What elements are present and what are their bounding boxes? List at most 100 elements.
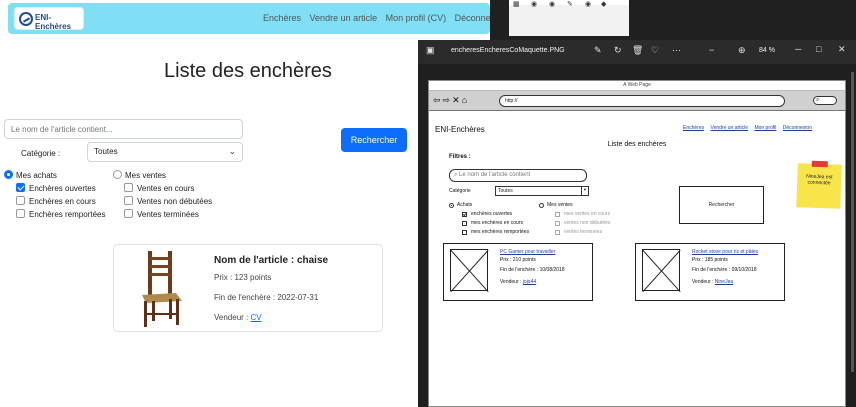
mock-category-value: Toutes xyxy=(498,188,513,194)
mock-links: Enchères Vendre un article Mon profil Dé… xyxy=(683,125,817,131)
check-encheres-ouvertes[interactable] xyxy=(16,183,25,192)
mock-search-button: Rechercher xyxy=(679,186,764,224)
check-ventes-terminees[interactable] xyxy=(124,209,133,218)
edit-icon[interactable]: ✎ xyxy=(594,45,602,56)
photo-icon: ▣ xyxy=(426,45,435,55)
close-icon[interactable]: ✕ xyxy=(838,44,846,55)
mock-card-seller-label: Vendeur : xyxy=(692,279,714,285)
mock-nav-icons: ⇦⇨✕⌂ xyxy=(433,95,470,105)
mock-auction-card: Rocket stove pour riz et pâtes Prix : 18… xyxy=(635,243,785,301)
mock-check-label: ventes non débutées xyxy=(564,220,611,226)
chair-image xyxy=(142,251,182,327)
mock-check-label: mes ventes en cours xyxy=(564,211,611,217)
check-encheres-en-cours[interactable] xyxy=(16,196,25,205)
category-select[interactable]: Toutes ⌄ xyxy=(87,142,243,162)
mock-link: Vendre un article xyxy=(710,125,749,131)
minimize-icon[interactable]: ─ xyxy=(795,44,801,54)
mock-card-title: PC Gamer pour travailler xyxy=(500,249,556,255)
mock-card-price: Prix : 185 points xyxy=(692,257,728,263)
nav-links: Enchères Vendre un article Mon profil (C… xyxy=(263,13,513,23)
mock-titlebar: A Web Page xyxy=(429,81,845,91)
chevron-down-icon: ▼ xyxy=(581,187,588,195)
check-encheres-remportees[interactable] xyxy=(16,209,25,218)
mock-search-input: ⌕ Le nom de l'article contient xyxy=(449,169,587,182)
rotate-icon[interactable]: ↻ xyxy=(614,45,622,56)
mock-check xyxy=(555,221,560,226)
mock-check xyxy=(462,221,467,226)
mock-card-price: Prix : 210 points xyxy=(500,257,536,263)
mock-brand: ENI-Enchères xyxy=(435,125,485,134)
check-ventes-non-debutees[interactable] xyxy=(124,196,133,205)
background-window: ▦ ◉ ◉ ✎ ◉ ◆ xyxy=(509,0,629,36)
mock-card-seller-link: NineJea xyxy=(714,279,734,285)
mock-check-label: enchères ouvertes xyxy=(471,211,513,217)
brand-name: ENI-Enchères xyxy=(35,13,72,31)
app-icon: ✎ xyxy=(567,1,573,8)
mock-url: http:// xyxy=(499,95,785,107)
app-icon: ▦ xyxy=(513,1,520,8)
radio-mes-ventes-label: Mes ventes xyxy=(125,171,166,180)
mock-link: Enchères xyxy=(683,125,705,131)
mock-radio-ventes xyxy=(539,203,544,208)
mock-check-label: mes enchères en cours xyxy=(471,220,523,226)
mock-sticky-text: NineJea est connectée xyxy=(806,173,833,187)
mock-link: Déconnexion xyxy=(782,125,812,131)
mock-filters-label: Filtres : xyxy=(449,154,471,160)
mock-radio-label: Mes ventes xyxy=(547,202,573,208)
mock-card-seller-link: jojo44 xyxy=(522,279,537,285)
mock-card-seller: Vendeur : jojo44 xyxy=(500,279,536,285)
category-label: Catégorie : xyxy=(21,149,61,158)
mock-category-label: Catégorie xyxy=(449,188,471,194)
app-icon: ◉ xyxy=(585,1,592,8)
mock-category-select: Toutes ▼ xyxy=(495,186,589,196)
brand-logo[interactable]: ENI-Enchères xyxy=(14,7,84,31)
mock-search-icon: ⌕ xyxy=(813,96,837,105)
navbar: ENI-Enchères Enchères Vendre un article … xyxy=(8,3,507,34)
nav-link-vendre[interactable]: Vendre un article xyxy=(310,13,378,23)
check-label: Enchères en cours xyxy=(29,197,96,206)
mock-title: Liste des enchères xyxy=(607,141,667,148)
viewer-scrollbar[interactable] xyxy=(851,72,854,372)
app-icon: ◉ xyxy=(531,1,538,8)
search-input[interactable] xyxy=(4,119,243,139)
zoom-out-icon[interactable]: − xyxy=(709,45,714,55)
mockup-image: A Web Page ⇦⇨✕⌂ http:// ⌕ ENI-Enchères E… xyxy=(428,80,846,407)
mock-link: Mon profil xyxy=(754,125,777,131)
file-name: encheresEncheresCoMaquette.PNG xyxy=(451,47,565,54)
mock-card-seller-label: Vendeur : xyxy=(500,279,522,285)
app-icon: ◉ xyxy=(549,1,556,8)
search-button[interactable]: Rechercher xyxy=(341,128,407,152)
mock-check xyxy=(555,212,560,217)
zoom-level: 84 % xyxy=(759,47,775,54)
check-label: Enchères ouvertes xyxy=(29,184,96,193)
mock-search-placeholder: Le nom de l'article contient xyxy=(459,172,531,178)
item-seller-link[interactable]: CV xyxy=(250,313,261,322)
app-page: ENI-Enchères Enchères Vendre un article … xyxy=(0,0,507,407)
mock-radio-achats xyxy=(449,203,454,208)
check-label: Ventes non débutées xyxy=(137,197,213,206)
category-value: Toutes xyxy=(94,147,118,156)
item-title[interactable]: Nom de l'article : chaise xyxy=(214,255,328,266)
auction-card[interactable]: Nom de l'article : chaise Prix : 123 poi… xyxy=(113,244,383,332)
mock-check-label: mes enchères remportées xyxy=(471,229,530,235)
nav-link-encheres[interactable]: Enchères xyxy=(263,13,301,23)
delete-icon[interactable]: 🗑 xyxy=(632,45,643,56)
mock-card-seller: Vendeur : NineJea xyxy=(692,279,733,285)
viewer-toolbar: ▣ encheresEncheresCoMaquette.PNG ✎ ↻ 🗑 ♡… xyxy=(418,40,856,64)
more-icon[interactable]: ⋯ xyxy=(672,45,681,56)
maximize-icon[interactable]: □ xyxy=(816,44,821,54)
radio-mes-ventes[interactable] xyxy=(113,170,122,179)
item-seller-label: Vendeur : xyxy=(214,313,249,322)
radio-mes-achats[interactable] xyxy=(4,170,13,179)
mock-check xyxy=(462,230,467,235)
hammer-icon xyxy=(19,12,33,26)
image-placeholder-icon xyxy=(450,249,488,291)
zoom-in-icon[interactable]: ⊕ xyxy=(738,45,746,56)
mock-card-end: Fin de l'enchère : 09/10/2018 xyxy=(692,267,757,273)
heart-icon[interactable]: ♡ xyxy=(651,45,659,56)
pin-icon xyxy=(811,160,828,168)
mock-sticky-note: NineJea est connectée xyxy=(796,160,842,209)
check-ventes-en-cours[interactable] xyxy=(124,183,133,192)
radio-mes-achats-label: Mes achats xyxy=(16,171,57,180)
nav-link-profil[interactable]: Mon profil (CV) xyxy=(386,13,447,23)
